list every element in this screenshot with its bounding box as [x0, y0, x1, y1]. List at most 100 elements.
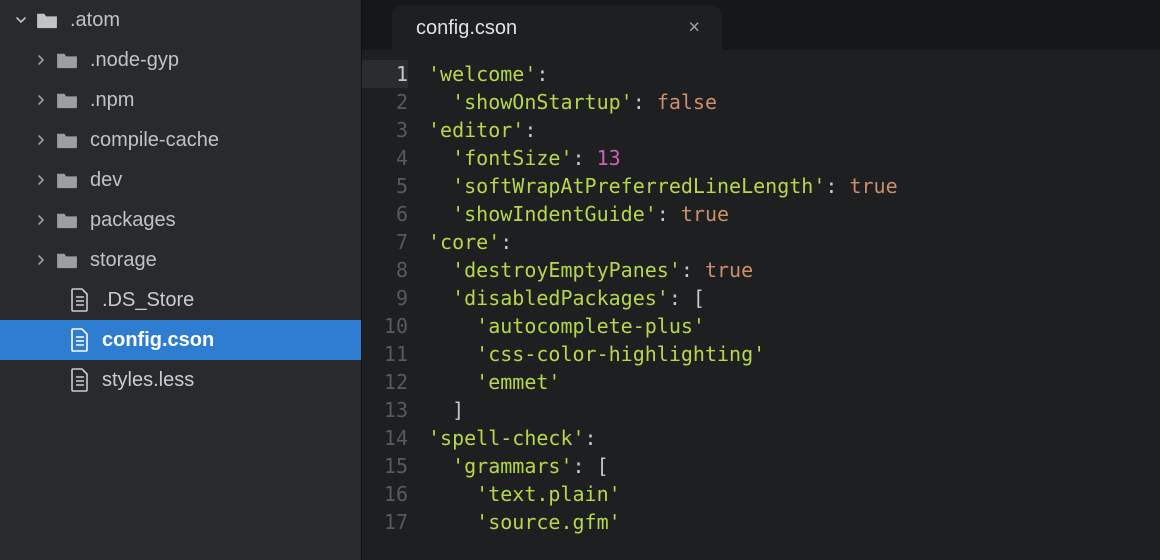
token-str: 'showIndentGuide'	[452, 202, 657, 226]
token-str: 'autocomplete-plus'	[476, 314, 705, 338]
token-punc	[428, 510, 476, 534]
chevron-right-icon	[34, 175, 48, 185]
token-punc	[428, 258, 452, 282]
tree-item-label: styles.less	[102, 369, 194, 392]
token-punc: :	[536, 62, 548, 86]
close-icon[interactable]: ×	[688, 17, 700, 40]
chevron-right-icon	[34, 135, 48, 145]
tree-root-label: .atom	[70, 9, 120, 32]
token-punc	[428, 454, 452, 478]
tree-item-label: packages	[90, 209, 176, 232]
token-str: 'css-color-highlighting'	[476, 342, 765, 366]
tree-item-label: dev	[90, 169, 122, 192]
file-icon	[70, 368, 90, 392]
token-punc: ]	[428, 398, 464, 422]
code-line[interactable]: 'grammars': [	[428, 452, 1160, 480]
code-line[interactable]: 'showIndentGuide': true	[428, 200, 1160, 228]
code-line[interactable]: 'core':	[428, 228, 1160, 256]
token-str: 'disabledPackages'	[452, 286, 669, 310]
token-punc	[428, 202, 452, 226]
line-number: 9	[362, 284, 408, 312]
tree-folder-row[interactable]: storage	[0, 240, 361, 280]
line-number: 8	[362, 256, 408, 284]
editor-area[interactable]: 1234567891011121314151617 'welcome': 'sh…	[362, 50, 1160, 560]
app-root: .atom .node-gyp .npm compile-cache dev packa…	[0, 0, 1160, 560]
token-kw: true	[681, 202, 729, 226]
token-str: 'text.plain'	[476, 482, 621, 506]
tab-bar[interactable]: config.cson ×	[362, 0, 1160, 50]
line-number: 14	[362, 424, 408, 452]
token-punc: : [	[573, 454, 609, 478]
tree-root-row[interactable]: .atom	[0, 0, 361, 40]
code-line[interactable]: 'source.gfm'	[428, 508, 1160, 536]
line-number: 5	[362, 172, 408, 200]
line-number: 2	[362, 88, 408, 116]
gutter: 1234567891011121314151617	[362, 60, 420, 560]
folder-icon	[56, 171, 78, 189]
token-punc: :	[573, 146, 597, 170]
line-number: 15	[362, 452, 408, 480]
code-line[interactable]: 'editor':	[428, 116, 1160, 144]
file-icon	[70, 288, 90, 312]
line-number: 13	[362, 396, 408, 424]
tree-folder-row[interactable]: compile-cache	[0, 120, 361, 160]
code-line[interactable]: 'disabledPackages': [	[428, 284, 1160, 312]
code-line[interactable]: ]	[428, 396, 1160, 424]
line-number: 1	[362, 60, 408, 88]
code-line[interactable]: 'showOnStartup': false	[428, 88, 1160, 116]
token-punc	[428, 174, 452, 198]
code-line[interactable]: 'destroyEmptyPanes': true	[428, 256, 1160, 284]
token-punc	[428, 482, 476, 506]
token-punc	[428, 286, 452, 310]
tree-item-label: storage	[90, 249, 157, 272]
code-line[interactable]: 'text.plain'	[428, 480, 1160, 508]
line-number: 7	[362, 228, 408, 256]
token-punc	[428, 146, 452, 170]
token-str: 'destroyEmptyPanes'	[452, 258, 681, 282]
tree-file-row[interactable]: config.cson	[0, 320, 361, 360]
token-str: 'core'	[428, 230, 500, 254]
code-line[interactable]: 'spell-check':	[428, 424, 1160, 452]
tree-item-label: compile-cache	[90, 129, 219, 152]
file-tree-sidebar[interactable]: .atom .node-gyp .npm compile-cache dev packa…	[0, 0, 362, 560]
code-line[interactable]: 'autocomplete-plus'	[428, 312, 1160, 340]
code-line[interactable]: 'softWrapAtPreferredLineLength': true	[428, 172, 1160, 200]
token-punc: : [	[669, 286, 705, 310]
token-punc	[428, 314, 476, 338]
chevron-down-icon	[14, 15, 28, 25]
tree-folder-row[interactable]: packages	[0, 200, 361, 240]
tree-folder-row[interactable]: .npm	[0, 80, 361, 120]
chevron-right-icon	[34, 255, 48, 265]
token-str: 'editor'	[428, 118, 524, 142]
line-number: 12	[362, 368, 408, 396]
code-line[interactable]: 'css-color-highlighting'	[428, 340, 1160, 368]
token-punc: :	[657, 202, 681, 226]
code-line[interactable]: 'welcome':	[428, 60, 1160, 88]
token-str: 'emmet'	[476, 370, 560, 394]
code-line[interactable]: 'emmet'	[428, 368, 1160, 396]
editor-pane: config.cson × 1234567891011121314151617 …	[362, 0, 1160, 560]
tab-title: config.cson	[416, 17, 517, 40]
tree-item-label: .node-gyp	[90, 49, 179, 72]
folder-icon	[56, 211, 78, 229]
token-punc: :	[524, 118, 536, 142]
line-number: 4	[362, 144, 408, 172]
tree-item-label: .DS_Store	[102, 289, 194, 312]
token-kw: true	[849, 174, 897, 198]
tree-folder-row[interactable]: .node-gyp	[0, 40, 361, 80]
token-str: 'welcome'	[428, 62, 536, 86]
tab-config-cson[interactable]: config.cson ×	[392, 6, 722, 50]
token-punc: :	[500, 230, 512, 254]
tree-file-row[interactable]: .DS_Store	[0, 280, 361, 320]
tree-folder-row[interactable]: dev	[0, 160, 361, 200]
line-number: 16	[362, 480, 408, 508]
line-number: 10	[362, 312, 408, 340]
token-num: 13	[597, 146, 621, 170]
chevron-right-icon	[34, 55, 48, 65]
code-line[interactable]: 'fontSize': 13	[428, 144, 1160, 172]
file-icon	[70, 328, 90, 352]
folder-icon	[56, 131, 78, 149]
line-number: 17	[362, 508, 408, 536]
tree-file-row[interactable]: styles.less	[0, 360, 361, 400]
code-content[interactable]: 'welcome': 'showOnStartup': false'editor…	[420, 60, 1160, 560]
